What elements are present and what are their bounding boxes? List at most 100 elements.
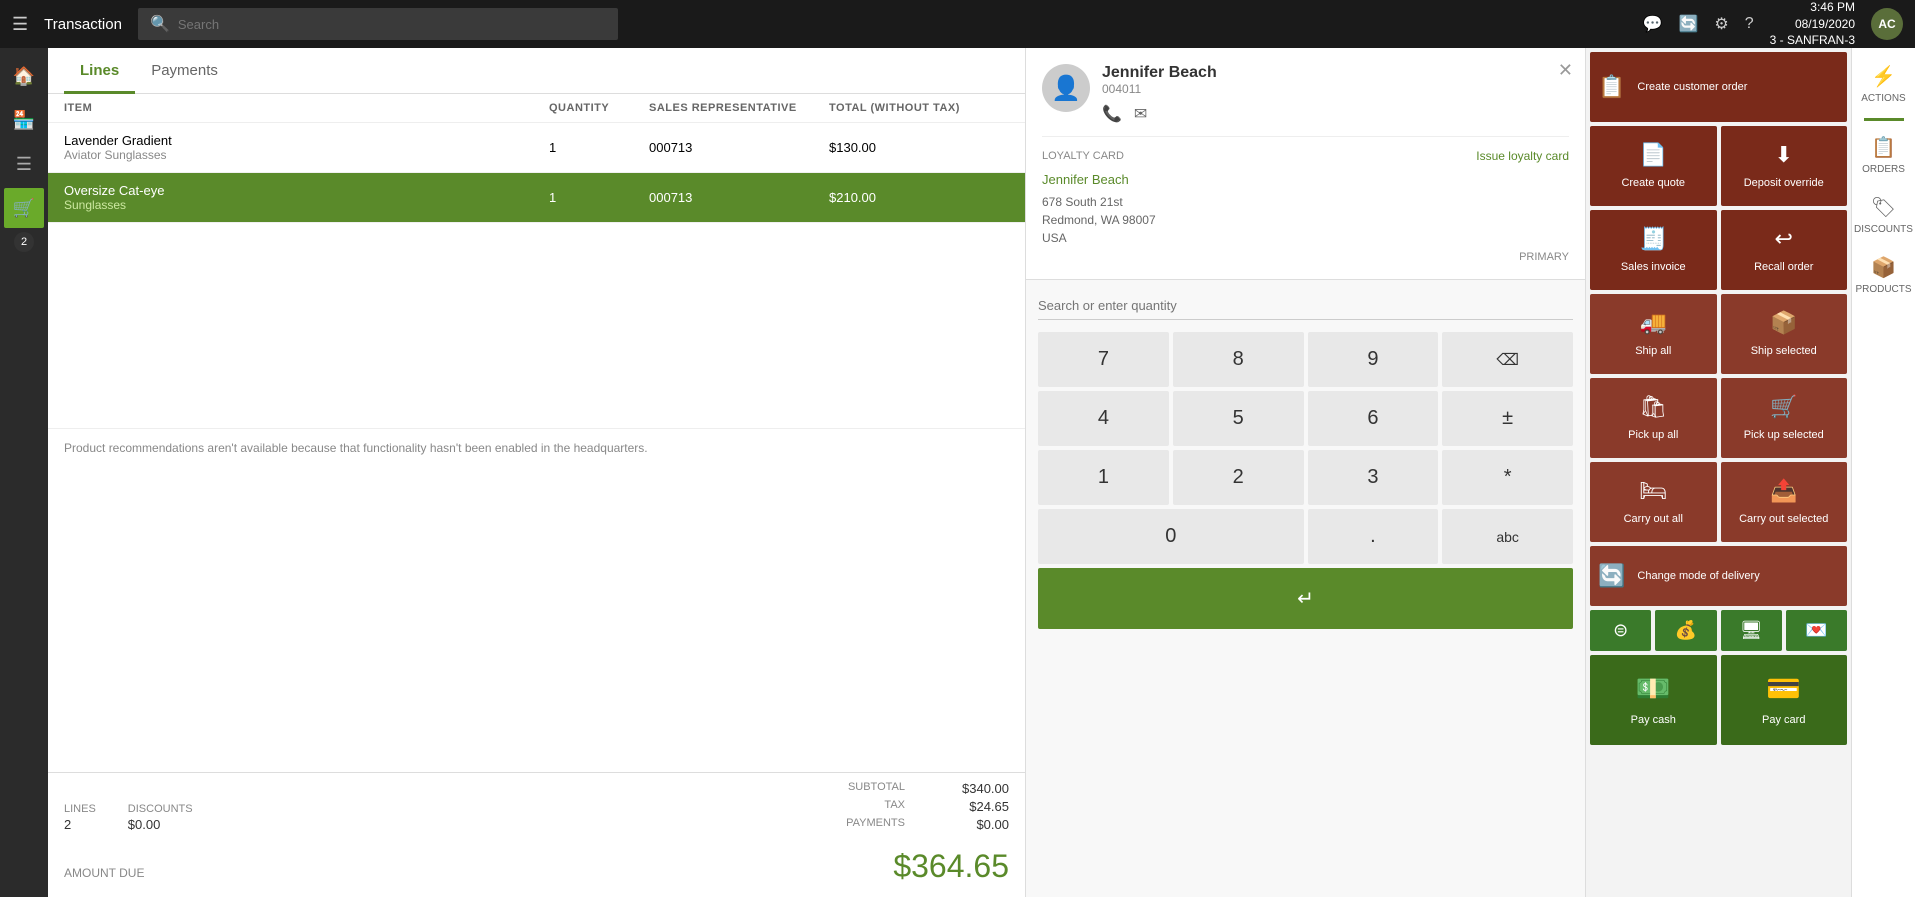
sidebar-products[interactable]: 📦 PRODUCTS	[1852, 247, 1915, 303]
search-icon: 🔍	[150, 14, 170, 34]
create-quote-label: Create quote	[1621, 176, 1685, 190]
carry-out-selected-icon: 📤	[1770, 478, 1797, 504]
num-btn-backspace[interactable]: ⌫	[1442, 332, 1573, 387]
numpad-search-input[interactable]	[1038, 292, 1573, 320]
num-btn-6[interactable]: 6	[1308, 391, 1439, 446]
recall-order-button[interactable]: ↩ Recall order	[1721, 210, 1848, 290]
item-rep: 000713	[649, 190, 829, 205]
green-btn-4[interactable]: 💌	[1786, 610, 1847, 651]
create-quote-icon: 📄	[1640, 142, 1667, 168]
num-btn-dot[interactable]: .	[1308, 509, 1439, 564]
num-btn-multiply[interactable]: *	[1442, 450, 1573, 505]
num-btn-7[interactable]: 7	[1038, 332, 1169, 387]
amount-due-value: $364.65	[893, 848, 1009, 885]
tab-payments[interactable]: Payments	[135, 48, 234, 94]
payments-value: $0.00	[929, 817, 1009, 832]
pick-up-selected-label: Pick up selected	[1744, 428, 1824, 442]
pick-up-all-button[interactable]: 🛍 Pick up all	[1590, 378, 1717, 458]
green-btn-3[interactable]: 🖥	[1721, 610, 1782, 651]
ship-selected-label: Ship selected	[1751, 344, 1817, 358]
deposit-override-button[interactable]: ⬇ Deposit override	[1721, 126, 1848, 206]
email-icon[interactable]: ✉	[1134, 104, 1147, 124]
deposit-icon: ⬇	[1775, 142, 1793, 168]
amount-due-label: AMOUNT DUE	[64, 866, 144, 880]
change-mode-delivery-button[interactable]: 🔄 Change mode of delivery	[1590, 546, 1847, 606]
tax-label: TAX	[884, 799, 905, 814]
discounts-label: DISCOUNTS	[1854, 224, 1913, 235]
close-customer-button[interactable]: ✕	[1558, 60, 1573, 81]
customer-header: 👤 Jennifer Beach 004011 📞 ✉	[1042, 64, 1569, 124]
customer-address: 678 South 21st Redmond, WA 98007 USA	[1042, 193, 1569, 247]
ship-all-button[interactable]: 🚚 Ship all	[1590, 294, 1717, 374]
pay-cash-button[interactable]: 💵 Pay cash	[1590, 655, 1717, 745]
num-btn-8[interactable]: 8	[1173, 332, 1304, 387]
user-avatar[interactable]: AC	[1871, 8, 1903, 40]
sidebar-actions[interactable]: ⚡ ACTIONS	[1852, 56, 1915, 112]
num-btn-enter[interactable]: ↵	[1038, 568, 1573, 629]
discounts-label: DISCOUNTS	[128, 803, 193, 815]
num-btn-5[interactable]: 5	[1173, 391, 1304, 446]
item-qty: 1	[549, 190, 649, 205]
carry-out-selected-button[interactable]: 📤 Carry out selected	[1721, 462, 1848, 542]
recall-order-icon: ↩	[1775, 226, 1793, 252]
loyalty-row: LOYALTY CARD Issue loyalty card	[1042, 136, 1569, 163]
customer-id: 004011	[1102, 82, 1217, 96]
create-customer-order-button[interactable]: 📋 Create customer order	[1590, 52, 1847, 122]
item-name: Lavender Gradient	[64, 133, 549, 148]
carry-out-all-button[interactable]: 🛏 Carry out all	[1590, 462, 1717, 542]
help-icon[interactable]: ?	[1745, 15, 1754, 33]
search-bar: 🔍	[138, 8, 618, 40]
num-btn-plusminus[interactable]: ±	[1442, 391, 1573, 446]
item-total: $130.00	[829, 140, 1009, 155]
topbar-time: 3:46 PM 08/19/2020 3 - SANFRAN-3	[1770, 0, 1855, 49]
settings-icon[interactable]: ⚙	[1714, 14, 1728, 34]
refresh-icon[interactable]: 🔄	[1678, 14, 1698, 34]
hamburger-menu[interactable]: ☰	[12, 14, 28, 35]
create-quote-button[interactable]: 📄 Create quote	[1590, 126, 1717, 206]
item-name-cell: Oversize Cat-eye Sunglasses	[64, 183, 549, 212]
tab-lines[interactable]: Lines	[64, 48, 135, 94]
customer-name-link[interactable]: Jennifer Beach	[1042, 172, 1129, 187]
totals-section: LINES 2 DISCOUNTS $0.00 SUBTOTAL $340.00…	[48, 772, 1025, 840]
item-rep: 000713	[649, 140, 829, 155]
ship-selected-icon: 📦	[1770, 310, 1797, 336]
pick-up-selected-icon: 🛒	[1770, 394, 1797, 420]
sales-invoice-button[interactable]: 🧾 Sales invoice	[1590, 210, 1717, 290]
discounts-value: $0.00	[128, 817, 193, 832]
green-btn-1[interactable]: ⊜	[1590, 610, 1651, 651]
sidebar-store[interactable]: 🏪	[4, 100, 44, 140]
green-btn-2[interactable]: 💰	[1655, 610, 1716, 651]
item-total: $210.00	[829, 190, 1009, 205]
issue-loyalty-link[interactable]: Issue loyalty card	[1476, 149, 1569, 163]
num-btn-9[interactable]: 9	[1308, 332, 1439, 387]
table-row[interactable]: Lavender Gradient Aviator Sunglasses 1 0…	[48, 123, 1025, 173]
num-btn-2[interactable]: 2	[1173, 450, 1304, 505]
num-btn-4[interactable]: 4	[1038, 391, 1169, 446]
ship-selected-button[interactable]: 📦 Ship selected	[1721, 294, 1848, 374]
pick-up-all-icon: 🛍	[1639, 394, 1667, 420]
pay-card-button[interactable]: 💳 Pay card	[1721, 655, 1848, 745]
ship-all-icon: 🚚	[1640, 310, 1667, 336]
num-btn-0[interactable]: 0	[1038, 509, 1304, 564]
num-btn-3[interactable]: 3	[1308, 450, 1439, 505]
discounts-total: DISCOUNTS $0.00	[128, 803, 193, 832]
num-btn-1[interactable]: 1	[1038, 450, 1169, 505]
search-input[interactable]	[178, 17, 606, 32]
sidebar-menu[interactable]: ☰	[4, 144, 44, 184]
change-mode-label: Change mode of delivery	[1637, 569, 1759, 583]
sidebar-orders[interactable]: 📋 ORDERS	[1852, 127, 1915, 183]
sidebar-discounts[interactable]: 🏷 DISCOUNTS	[1852, 187, 1915, 243]
chat-icon[interactable]: 💬	[1643, 14, 1663, 34]
deposit-label: Deposit override	[1744, 176, 1824, 190]
lines-label: LINES	[64, 803, 96, 815]
num-btn-abc[interactable]: abc	[1442, 509, 1573, 564]
phone-icon[interactable]: 📞	[1102, 104, 1122, 124]
table-row[interactable]: Oversize Cat-eye Sunglasses 1 000713 $21…	[48, 173, 1025, 223]
subtotal-value: $340.00	[929, 781, 1009, 796]
sidebar-cart[interactable]: 🛒	[4, 188, 44, 228]
topbar-icons: 💬 🔄 ⚙ ?	[1643, 14, 1754, 34]
pick-up-selected-button[interactable]: 🛒 Pick up selected	[1721, 378, 1848, 458]
table-body: Lavender Gradient Aviator Sunglasses 1 0…	[48, 123, 1025, 428]
lines-total: LINES 2	[64, 803, 96, 832]
sidebar-home[interactable]: 🏠	[4, 56, 44, 96]
